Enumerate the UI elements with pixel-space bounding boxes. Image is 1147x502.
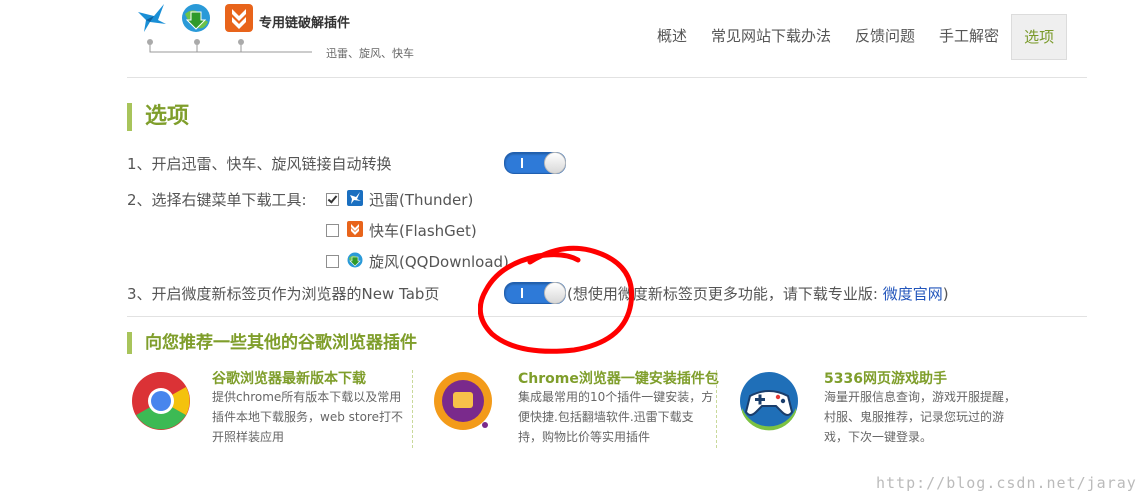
- thunder-checkbox[interactable]: [326, 193, 339, 206]
- recommend-separator: [716, 370, 717, 448]
- watermark: http://blog.csdn.net/jaray: [876, 474, 1137, 492]
- option-1-label: 1、开启迅雷、快车、旋风链接自动转换: [127, 155, 392, 173]
- option-2-label: 2、选择右键菜单下载工具:: [127, 191, 307, 209]
- nav-feedback[interactable]: 反馈问题: [843, 14, 927, 58]
- chrome-icon[interactable]: [130, 370, 192, 432]
- plugin-pack-icon[interactable]: [432, 370, 494, 432]
- recommend-item-chrome: 谷歌浏览器最新版本下载 提供chrome所有版本下载以及常用插件本地下载服务，w…: [130, 368, 413, 450]
- flashget-icon: [347, 221, 363, 237]
- gamepad-icon[interactable]: [738, 370, 800, 432]
- qqdownload-checkbox[interactable]: [326, 255, 339, 268]
- thunder-label: 迅雷(Thunder): [369, 191, 474, 209]
- qqdownload-icon: [347, 252, 363, 268]
- toggle-on-mark: [521, 158, 523, 168]
- recommend-item-desc: 集成最常用的10个插件一键安装，方便快捷.包括翻墙软件.迅雷下载支持，购物比价等…: [518, 390, 714, 444]
- logo-title: 专用链破解插件: [259, 16, 351, 31]
- logo-timeline: [147, 39, 312, 53]
- recommend-item-title[interactable]: Chrome浏览器一键安装插件包: [518, 368, 719, 388]
- toggle-knob: [544, 152, 566, 174]
- nav-options[interactable]: 选项: [1011, 14, 1068, 60]
- recommend-item-title[interactable]: 谷歌浏览器最新版本下载: [212, 368, 366, 388]
- recommend-title: 向您推荐一些其他的谷歌浏览器插件: [127, 332, 417, 354]
- nav-manual-decrypt[interactable]: 手工解密: [927, 14, 1011, 58]
- top-nav: 概述 常见网站下载办法 反馈问题 手工解密 选项: [645, 14, 1068, 60]
- header-divider: [127, 77, 1087, 78]
- recommend-item-plugin-pack: Chrome浏览器一键安装插件包 集成最常用的10个插件一键安装，方便快捷.包括…: [432, 368, 719, 450]
- thunder-icon: [347, 190, 363, 206]
- hint-prefix: (想使用微度新标签页更多功能，请下载专业版:: [567, 285, 883, 303]
- recommend-separator: [412, 370, 413, 448]
- option-3-hint: (想使用微度新标签页更多功能，请下载专业版: 微度官网): [567, 283, 949, 304]
- toggle-on-mark: [521, 288, 523, 298]
- nav-overview[interactable]: 概述: [645, 14, 699, 58]
- section-title: 选项: [127, 103, 189, 131]
- weidu-official-link[interactable]: 微度官网: [883, 285, 943, 303]
- nav-site-downloads[interactable]: 常见网站下载办法: [699, 14, 843, 58]
- qqdownload-globe-icon: [180, 2, 212, 34]
- option-3-toggle[interactable]: [504, 282, 566, 304]
- recommend-item-game-helper: 5336网页游戏助手 海量开服信息查询，游戏开服提醒，村服、鬼服推荐，记录您玩过…: [738, 368, 1028, 450]
- flashget-checkbox[interactable]: [326, 224, 339, 237]
- flashget-icon: [223, 2, 255, 34]
- section-divider: [127, 316, 1087, 317]
- flashget-label: 快车(FlashGet): [369, 222, 477, 240]
- recommend-item-desc: 海量开服信息查询，游戏开服提醒，村服、鬼服推荐，记录您玩过的游戏，下次一键登录。: [824, 390, 1017, 444]
- hint-suffix: ): [942, 285, 949, 303]
- qqdownload-label: 旋风(QQDownload): [369, 253, 509, 271]
- recommend-item-title[interactable]: 5336网页游戏助手: [824, 368, 947, 388]
- option-1-toggle[interactable]: [504, 152, 566, 174]
- recommend-item-desc: 提供chrome所有版本下载以及常用插件本地下载服务，web store打不开照…: [212, 390, 403, 444]
- toggle-knob: [544, 282, 566, 304]
- thunder-bird-icon: [136, 2, 168, 34]
- logo-subtitle: 迅雷、旋风、快车: [326, 47, 414, 60]
- option-3-label: 3、开启微度新标签页作为浏览器的New Tab页: [127, 285, 440, 303]
